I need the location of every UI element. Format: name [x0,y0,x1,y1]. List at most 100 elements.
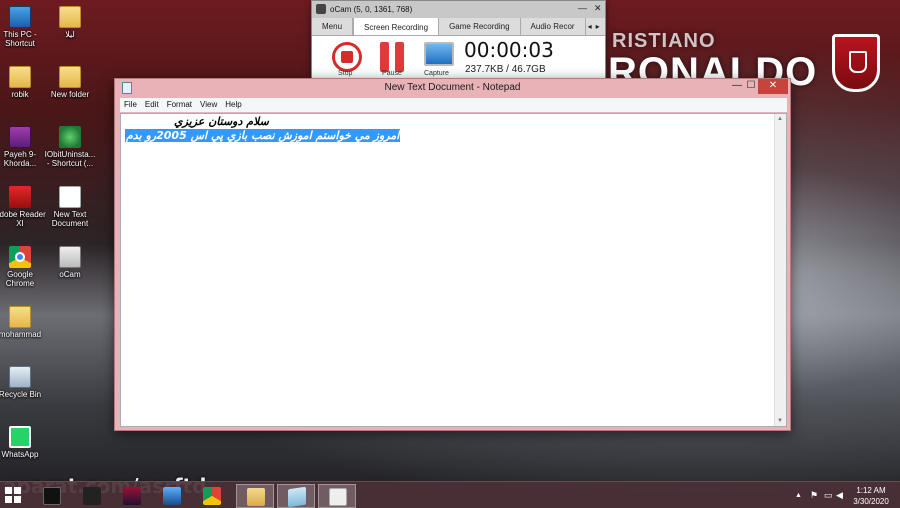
desktop-icon-label: mohammad [0,330,42,339]
ocam-icon [329,488,347,506]
desktop-icon-label: Payeh 9-Khorda... [3,150,37,168]
taskbar-item-network[interactable] [153,484,191,508]
menu-help[interactable]: Help [221,98,245,112]
desktop-icon-recycle-bin[interactable]: Recycle Bin [0,366,46,399]
ocam-tab-bar: Menu Screen Recording Game Recording Aud… [312,16,605,36]
network-icon [163,487,181,505]
notepad-title: New Text Document - Notepad [384,82,521,93]
notepad-window[interactable]: New Text Document - Notepad — ☐ ✕ File E… [114,78,791,431]
ocam-title-bar[interactable]: oCam (5, 0, 1361, 768) — ✕ [312,1,605,18]
capture-button[interactable] [424,42,454,66]
menu-edit[interactable]: Edit [141,98,163,112]
fcs-icon [43,487,61,505]
notepad-icon [288,486,306,508]
desktop-icon-this-pc[interactable]: This PC - Shortcut [0,6,46,48]
desktop-icon-label: ليلا [65,30,75,39]
chrome-icon [203,487,221,505]
clock-date: 3/30/2020 [853,497,889,506]
menu-view[interactable]: View [196,98,221,112]
flag-icon[interactable]: ⚑ [810,490,818,501]
selected-text-line[interactable]: امروز مي خواستم اموزش نصب بازي پي اس 200… [125,129,401,142]
taskbar-item-wwe[interactable] [73,484,111,508]
tab-scroll-left-button[interactable]: ◂ [586,18,594,35]
desktop-icon-label: New folder [50,90,90,99]
desktop-icon-label: Recycle Bin [0,390,42,399]
taskbar-item-ocam[interactable] [318,484,356,508]
tab-game-recording[interactable]: Game Recording [439,18,521,35]
desktop-icon-google-chrome[interactable]: Google Chrome [0,246,46,288]
ocam-logo-icon [316,4,326,14]
desktop-icon-ocam[interactable]: oCam [44,246,96,279]
taskbar-item-fcs[interactable] [33,484,71,508]
adobe-reader-icon [9,186,31,208]
recording-file-size: 237.7KB / 46.7GB [465,64,546,75]
folder-icon [59,66,81,88]
desktop-icon-lila-folder[interactable]: ليلا [44,6,96,39]
tray-overflow-arrow[interactable]: ▲ [795,492,802,499]
tab-scroll-right-button[interactable]: ▸ [594,18,602,35]
notepad-text-area[interactable]: سلام دوستان عزیزي امروز مي خواستم اموزش … [120,113,787,427]
desktop-icon-label: New Text Document [51,210,89,228]
desktop-icon-mohammad[interactable]: mohammad [0,306,46,339]
ocam-title: oCam (5, 0, 1361, 768) [330,5,413,14]
desktop-icon-label: This PC - Shortcut [3,30,37,48]
file-explorer-icon [247,488,265,506]
desktop-icon-label: Google Chrome [5,270,35,288]
menu-file[interactable]: File [120,98,141,112]
desktop-icon-iobit-uninstaller[interactable]: IObitUninsta... - Shortcut (... [44,126,96,168]
taskbar-item-notepad[interactable] [277,484,315,508]
taskbar-item-game[interactable] [113,484,151,508]
menu-format[interactable]: Format [163,98,196,112]
desktop-icon-robik[interactable]: robik [0,66,46,99]
clock-time: 1:12 AM [856,486,886,495]
ocam-icon [59,246,81,268]
capture-label: Capture [424,70,449,77]
windows-logo-icon [5,487,12,494]
notepad-close-button[interactable]: ✕ [758,79,788,94]
tab-menu[interactable]: Menu [312,18,354,35]
scroll-down-arrow-icon[interactable]: ▼ [777,418,783,424]
portugal-crest-icon [832,34,880,92]
taskbar-item-chrome[interactable] [193,484,231,508]
taskbar-item-file-explorer[interactable] [236,484,274,508]
tab-audio-recording[interactable]: Audio Recor [521,18,586,35]
chrome-icon [9,246,31,268]
desktop-icon-new-folder[interactable]: New folder [44,66,96,99]
text-document-icon [59,186,81,208]
desktop-icon-adobe-reader[interactable]: Adobe Reader XI [0,186,46,228]
desktop-icon-new-text-document[interactable]: New Text Document [44,186,96,228]
text-line[interactable]: سلام دوستان عزیزي [174,115,269,128]
recycle-bin-icon [9,366,31,388]
tab-screen-recording[interactable]: Screen Recording [353,16,440,35]
winrar-archive-icon [9,126,31,148]
system-clock[interactable]: 1:12 AM 3/30/2020 [842,485,900,507]
iobit-uninstaller-icon [59,126,81,148]
start-button[interactable] [5,487,21,503]
desktop-icon-whatsapp[interactable]: WhatsApp [0,426,46,459]
ocam-minimize-button[interactable]: — [578,3,587,13]
stop-record-button[interactable] [332,42,362,72]
desktop-icon-payeh[interactable]: Payeh 9-Khorda... [0,126,46,168]
ocam-window[interactable]: oCam (5, 0, 1361, 768) — ✕ Menu Screen R… [311,0,606,78]
desktop-icon-label: WhatsApp [1,450,39,459]
pause-label: Pause [382,70,402,77]
ocam-close-button[interactable]: ✕ [594,3,602,14]
pause-button[interactable] [380,42,406,72]
scroll-up-arrow-icon[interactable]: ▲ [777,116,783,122]
desktop-icon-label: IObitUninsta... - Shortcut (... [44,150,96,168]
folder-icon [9,306,31,328]
game-icon [123,487,141,505]
desktop-icon-label: oCam [59,270,81,279]
recording-timer: 00:00:03 [464,38,554,62]
display-icon[interactable]: ▭ [824,490,833,501]
whatsapp-icon [9,426,31,448]
taskbar: ▲ ⚑ ▭ ◀ 1:12 AM 3/30/2020 [0,481,900,508]
computer-icon [9,6,31,28]
vertical-scrollbar[interactable]: ▲ ▼ [774,114,786,426]
ocam-toolbar: Stop Pause Capture 00:00:03 237.7KB / 46… [312,36,605,78]
desktop-icon-label: robik [11,90,29,99]
wwe-game-icon [83,487,101,505]
stop-label: Stop [338,70,353,77]
folder-icon [9,66,31,88]
desktop-icon-label: Adobe Reader XI [0,210,46,228]
